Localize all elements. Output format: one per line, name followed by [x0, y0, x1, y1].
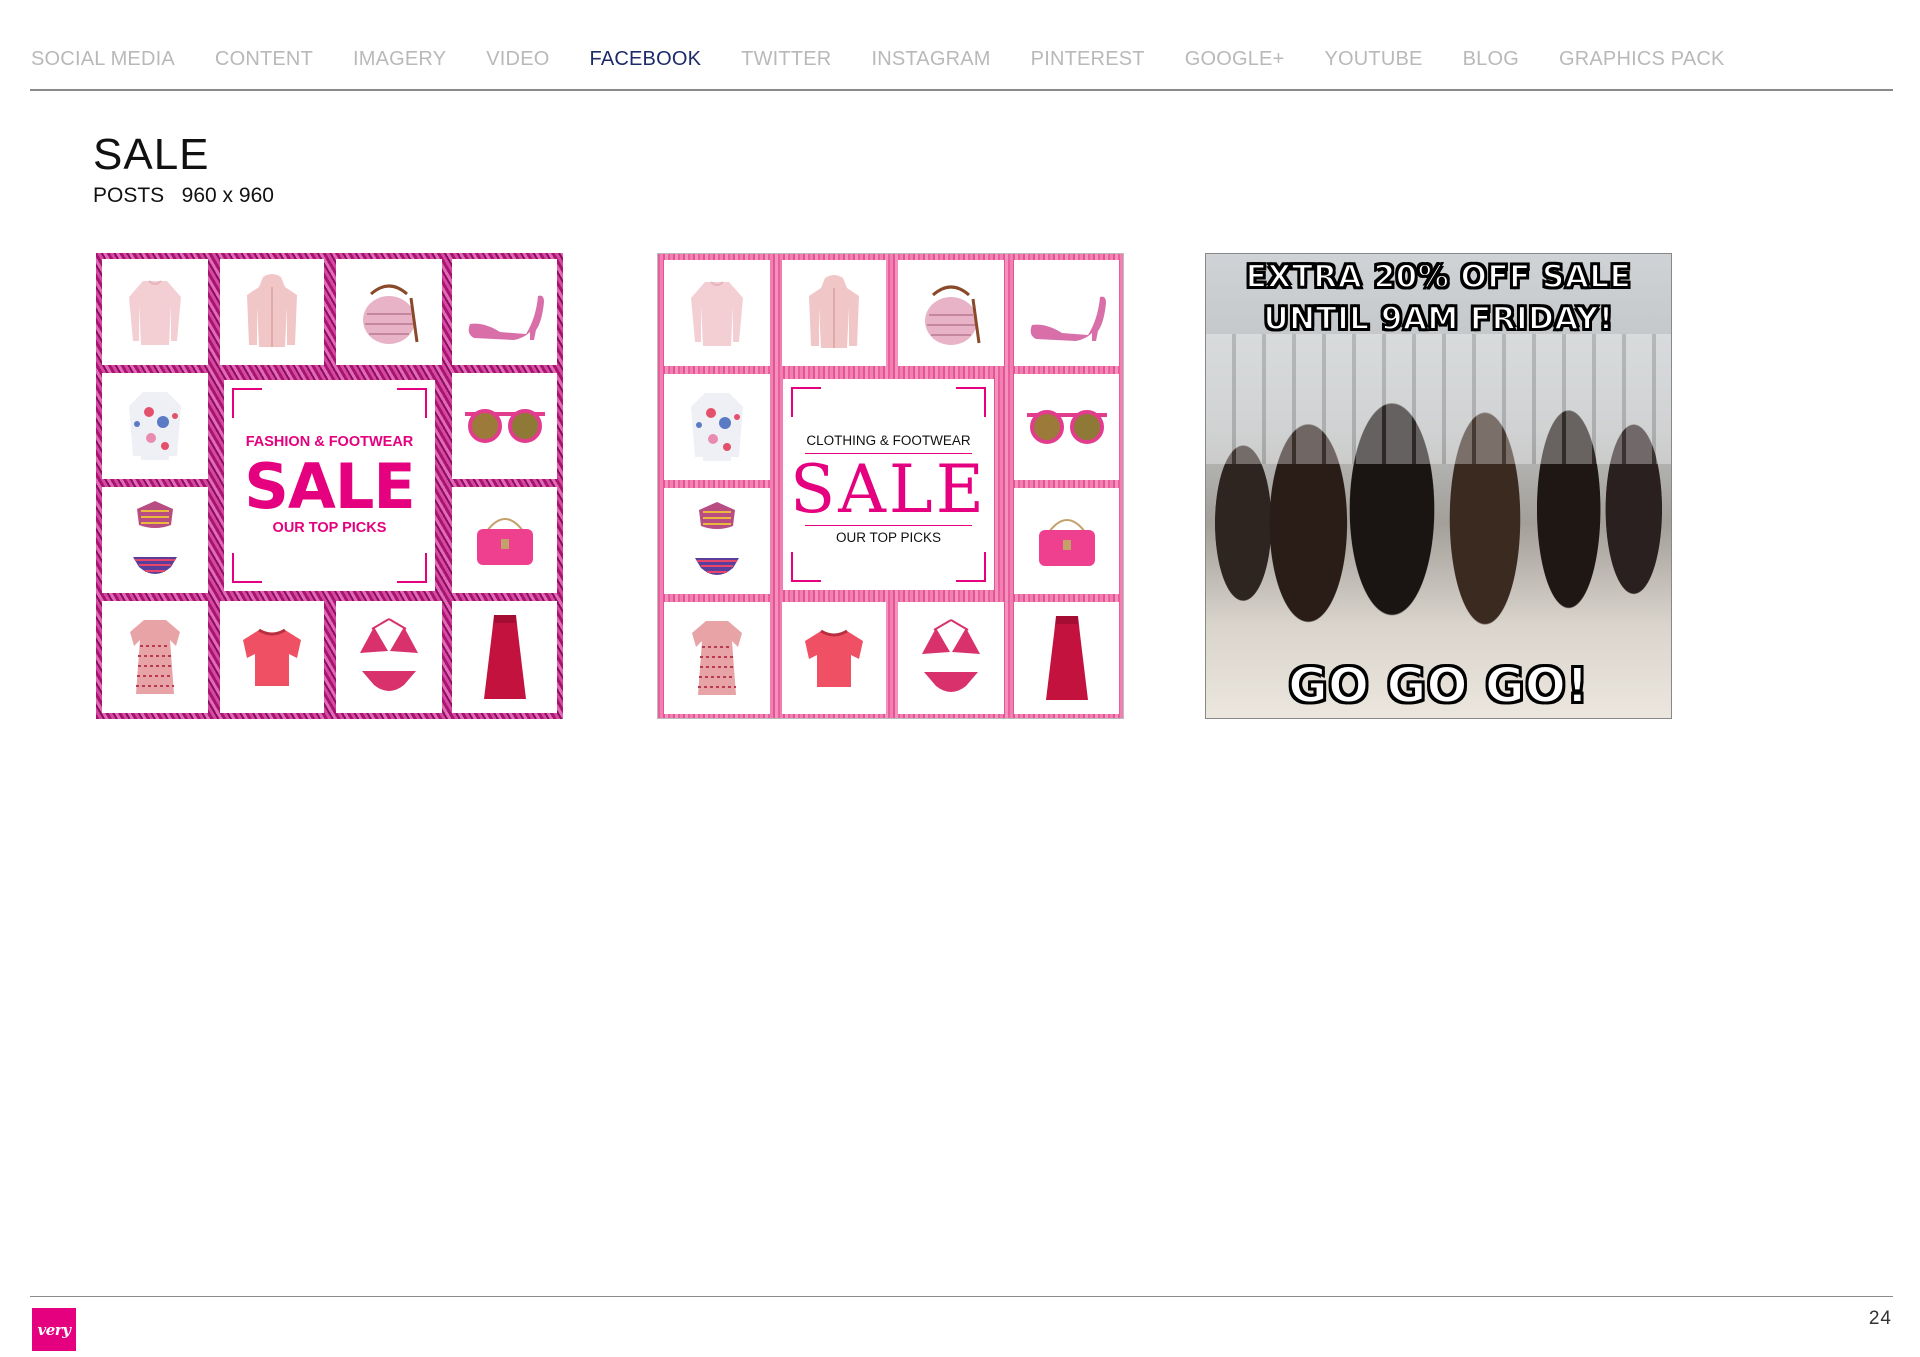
handbag-icon: [1033, 512, 1101, 570]
frame-corner: [232, 553, 262, 583]
header-divider: [30, 89, 1893, 91]
nav-graphics-pack[interactable]: GRAPHICS PACK: [1559, 48, 1725, 71]
product-tile: [898, 602, 1004, 714]
triangle-bikini-icon: [914, 618, 988, 698]
product-tile: [664, 488, 770, 594]
sunglasses-icon: [1025, 407, 1109, 447]
product-tile: [220, 259, 324, 365]
divider: [805, 525, 972, 526]
product-tile: [782, 260, 886, 366]
sale-headline: SALE: [790, 451, 987, 528]
logo-text: very: [37, 1320, 71, 1339]
product-tile: [102, 259, 208, 365]
handbag-icon: [471, 511, 539, 569]
product-tile: [1014, 488, 1119, 594]
product-tile: [664, 602, 770, 714]
sale-kicker: CLOTHING & FOOTWEAR: [806, 433, 971, 448]
product-tile: [1014, 374, 1119, 480]
pink-top-icon: [801, 625, 867, 691]
frame-corner: [397, 388, 427, 418]
triangle-bikini-icon: [352, 617, 426, 697]
sale-tagline: OUR TOP PICKS: [835, 530, 942, 545]
page-title: SALE: [93, 130, 210, 179]
product-tile: [782, 602, 886, 714]
product-tile: [220, 601, 324, 713]
frame-corner: [956, 387, 986, 417]
bikini-icon: [127, 495, 183, 585]
product-tile: [452, 259, 557, 365]
frame-corner: [397, 553, 427, 583]
product-tile: [336, 259, 442, 365]
nav-youtube[interactable]: YOUTUBE: [1324, 48, 1422, 71]
sale-post-1: FASHION & FOOTWEAR SALE OUR TOP PICKS: [96, 253, 563, 719]
product-tile: [664, 260, 770, 366]
nav-instagram[interactable]: INSTAGRAM: [871, 48, 990, 71]
hooded-jacket-icon: [241, 273, 303, 351]
sale-tagline: OUR TOP PICKS: [272, 520, 387, 536]
floral-shirt-icon: [687, 389, 747, 465]
hooded-jacket-icon: [803, 274, 865, 352]
product-tile: [452, 373, 557, 479]
sale-post-2: CLOTHING & FOOTWEAR SALE OUR TOP PICKS: [657, 253, 1124, 719]
nav-facebook[interactable]: FACEBOOK: [590, 48, 702, 71]
product-tile: [102, 601, 208, 713]
page-subtitle: POSTS 960 x 960: [93, 184, 274, 207]
knit-bag-icon: [353, 276, 425, 348]
pink-top-icon: [239, 624, 305, 690]
nav-pinterest[interactable]: PINTEREST: [1031, 48, 1145, 71]
knit-bag-icon: [915, 277, 987, 349]
sale-kicker: FASHION & FOOTWEAR: [245, 434, 414, 450]
top-navigation: SOCIAL MEDIA CONTENT IMAGERY VIDEO FACEB…: [31, 44, 1765, 74]
product-tile: [1014, 260, 1119, 366]
product-tile: [452, 487, 557, 593]
product-tile: [664, 374, 770, 480]
footer-divider: [30, 1296, 1893, 1297]
high-heel-icon: [464, 282, 546, 342]
nav-imagery[interactable]: IMAGERY: [353, 48, 446, 71]
very-logo: very: [32, 1308, 76, 1351]
product-tile: [1014, 602, 1119, 714]
sale-post-meme: EXTRA 20% OFF SALE UNTIL 9AM FRIDAY! GO …: [1205, 253, 1672, 719]
bikini-icon: [689, 496, 745, 586]
sale-panel: FASHION & FOOTWEAR SALE OUR TOP PICKS: [224, 380, 435, 591]
frame-corner: [232, 388, 262, 418]
high-heel-icon: [1026, 283, 1108, 343]
frame-corner: [956, 552, 986, 582]
product-tile: [336, 601, 442, 713]
maxi-dress-icon: [1042, 612, 1092, 704]
sale-panel: CLOTHING & FOOTWEAR SALE OUR TOP PICKS: [783, 379, 994, 590]
nav-social-media[interactable]: SOCIAL MEDIA: [31, 48, 175, 71]
meme-bottom-caption: GO GO GO!: [1287, 657, 1589, 715]
sale-headline: SALE: [244, 450, 416, 523]
maxi-dress-icon: [480, 611, 530, 703]
jumper-icon: [125, 275, 185, 350]
product-tile: [898, 260, 1004, 366]
nav-blog[interactable]: BLOG: [1463, 48, 1519, 71]
floral-shirt-icon: [125, 388, 185, 464]
nav-twitter[interactable]: TWITTER: [741, 48, 831, 71]
meme-top-caption: EXTRA 20% OFF SALE UNTIL 9AM FRIDAY!: [1245, 258, 1632, 338]
nav-video[interactable]: VIDEO: [486, 48, 549, 71]
printed-dress-icon: [688, 617, 746, 699]
frame-corner: [791, 552, 821, 582]
product-tile: [452, 601, 557, 713]
product-tile: [102, 373, 208, 479]
nav-content[interactable]: CONTENT: [215, 48, 313, 71]
page-number: 24: [1868, 1308, 1892, 1329]
printed-dress-icon: [126, 616, 184, 698]
jumper-icon: [687, 276, 747, 351]
store-windows: [1206, 334, 1671, 464]
product-tile: [102, 487, 208, 593]
sunglasses-icon: [463, 406, 547, 446]
frame-corner: [791, 387, 821, 417]
nav-google-plus[interactable]: GOOGLE+: [1185, 48, 1285, 71]
